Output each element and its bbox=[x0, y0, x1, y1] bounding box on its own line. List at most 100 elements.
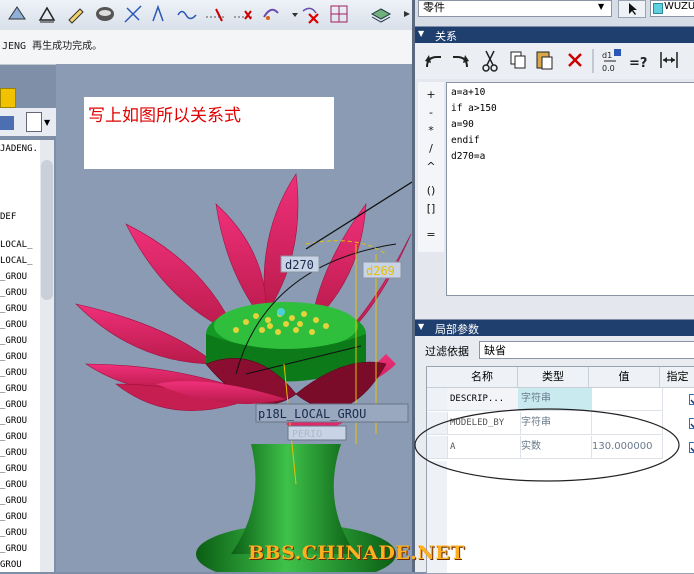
column-header-name[interactable]: 名称 bbox=[447, 367, 518, 388]
params-table: 名称 类型 值 指定 DESCRIP... 字符串 MODELED_BY 字符串… bbox=[414, 366, 694, 574]
tree-item[interactable]: _GROU bbox=[0, 512, 27, 522]
tree-item[interactable]: _GROU bbox=[0, 384, 27, 394]
svg-text:=?: =? bbox=[629, 56, 647, 71]
column-header-type[interactable]: 类型 bbox=[518, 367, 589, 388]
tree-item[interactable]: JADENG. bbox=[0, 144, 38, 154]
chevron-down-icon[interactable]: ▼ bbox=[44, 118, 50, 127]
minus-operator[interactable]: - bbox=[418, 106, 444, 119]
undo-icon[interactable] bbox=[425, 55, 441, 68]
message-text: JENG 再生成功完成。 bbox=[2, 41, 103, 52]
analysis-icon[interactable] bbox=[260, 3, 282, 25]
model-name: WUZU bbox=[664, 1, 694, 12]
tree-item[interactable]: _GROU bbox=[0, 272, 27, 282]
relations-title: 关系 bbox=[435, 30, 457, 43]
relation-line: a=a+10 bbox=[451, 87, 486, 98]
collapse-icon[interactable]: ▼ bbox=[418, 322, 424, 331]
equals-operator[interactable]: = bbox=[418, 228, 444, 241]
relation-line: endif bbox=[451, 135, 480, 146]
copy-icon[interactable] bbox=[510, 51, 526, 69]
evaluate-icon[interactable]: d10.0 bbox=[602, 49, 621, 73]
datum-point-icon[interactable] bbox=[204, 3, 226, 25]
curve-icon[interactable] bbox=[150, 3, 172, 25]
part-type-value: 零件 bbox=[423, 1, 445, 14]
tree-item[interactable]: _GROU bbox=[0, 288, 27, 298]
dimension-d270[interactable]: d270 bbox=[285, 258, 314, 272]
local-params-title: 局部参数 bbox=[435, 323, 479, 336]
cursor-icon bbox=[629, 3, 637, 15]
column-header-designate[interactable]: 指定 bbox=[660, 367, 694, 388]
plus-operator[interactable]: + bbox=[418, 88, 444, 101]
tree-item[interactable]: _GROU bbox=[0, 496, 27, 506]
paste-icon[interactable] bbox=[536, 51, 553, 70]
tree-item[interactable]: LOCAL_ bbox=[0, 240, 33, 250]
tree-item[interactable]: _GROU bbox=[0, 448, 27, 458]
cut-icon[interactable] bbox=[482, 50, 498, 72]
tree-item[interactable]: GROU bbox=[0, 560, 22, 570]
redo-icon[interactable] bbox=[453, 55, 469, 68]
tree-toolbar: ▼ bbox=[0, 108, 58, 136]
model-name-box[interactable]: WUZU bbox=[650, 0, 694, 17]
tree-item[interactable]: _GROU bbox=[0, 544, 27, 554]
relation-line: d270=a bbox=[451, 151, 486, 162]
dimension-d269[interactable]: d269 bbox=[366, 264, 395, 278]
divide-operator[interactable]: / bbox=[418, 142, 444, 155]
more-icon[interactable] bbox=[398, 3, 412, 25]
sketch-icon[interactable] bbox=[66, 3, 88, 25]
chevron-down-icon[interactable]: ▼ bbox=[598, 2, 604, 11]
column-header-value[interactable]: 值 bbox=[589, 367, 660, 388]
coordinate-icon[interactable] bbox=[232, 3, 254, 25]
tree-item[interactable]: _GROU bbox=[0, 336, 27, 346]
plane-icon[interactable] bbox=[6, 3, 28, 25]
collapse-icon[interactable]: ▼ bbox=[418, 29, 424, 38]
list-icon[interactable] bbox=[26, 112, 42, 132]
delete-curve-icon[interactable] bbox=[300, 3, 322, 25]
tree-item[interactable]: _GROU bbox=[0, 464, 27, 474]
wave-icon[interactable] bbox=[176, 3, 198, 25]
relations-editor[interactable]: a=a+10 if a>150 a=90 endif d270=a bbox=[446, 82, 694, 296]
part-type-select[interactable]: 零件 bbox=[418, 0, 612, 17]
tree-item[interactable]: _GROU bbox=[0, 400, 27, 410]
tree-item[interactable]: _GROU bbox=[0, 480, 27, 490]
tree-item[interactable]: _GROU bbox=[0, 432, 27, 442]
sort-icon[interactable] bbox=[660, 52, 678, 68]
number-label: PERIO bbox=[292, 429, 322, 440]
power-operator[interactable]: ^ bbox=[418, 160, 444, 173]
axis-icon[interactable] bbox=[122, 3, 144, 25]
tree-item[interactable]: _GROU bbox=[0, 304, 27, 314]
svg-text:d1: d1 bbox=[602, 51, 612, 60]
parentheses-operator[interactable]: () bbox=[418, 184, 444, 197]
shade-icon[interactable] bbox=[94, 3, 116, 25]
delete-icon[interactable] bbox=[568, 53, 582, 67]
relation-line: a=90 bbox=[451, 119, 474, 130]
model-tree: JADENG. DEF LOCAL_ LOCAL_ _GROU _GROU _GROU _GR… bbox=[0, 140, 41, 572]
operator-column: + - * / ^ () [] = bbox=[418, 82, 444, 252]
designate-checkbox[interactable] bbox=[689, 394, 694, 405]
tree-item[interactable]: _GROU bbox=[0, 352, 27, 362]
annotation-text: 写上如图所以关系式 bbox=[88, 106, 241, 126]
filter-label: 过滤依据 bbox=[425, 345, 469, 358]
tree-item[interactable]: _GROU bbox=[0, 320, 27, 330]
tree-item[interactable]: DEF bbox=[0, 212, 16, 222]
filter-select[interactable]: 缺省 bbox=[479, 341, 694, 359]
folder-tab-icon[interactable] bbox=[0, 88, 16, 108]
select-cursor-button[interactable] bbox=[618, 0, 646, 18]
highlight-ellipse bbox=[414, 408, 680, 482]
tree-item[interactable]: _GROU bbox=[0, 416, 27, 426]
tree-item[interactable]: LOCAL_ bbox=[0, 256, 33, 266]
relations-header[interactable]: ▼ 关系 bbox=[415, 27, 694, 43]
grid-icon[interactable] bbox=[328, 3, 350, 25]
datum-icon[interactable] bbox=[36, 3, 58, 25]
tree-item[interactable]: _GROU bbox=[0, 528, 27, 538]
tree-item[interactable]: _GROU bbox=[0, 368, 27, 378]
tree-icon[interactable] bbox=[0, 116, 14, 130]
group-label[interactable]: p18L_LOCAL_GROU bbox=[258, 407, 366, 421]
tree-scrollbar-thumb[interactable] bbox=[41, 160, 53, 300]
layers-icon[interactable] bbox=[370, 3, 392, 25]
brackets-operator[interactable]: [] bbox=[418, 202, 444, 215]
chevron-down-icon[interactable] bbox=[284, 3, 298, 25]
relation-line: if a>150 bbox=[451, 103, 497, 114]
local-params-header[interactable]: ▼ 局部参数 bbox=[415, 320, 694, 336]
verify-icon[interactable]: =? bbox=[629, 56, 647, 71]
watermark: BBS.CHINADE.NET bbox=[248, 542, 465, 564]
multiply-operator[interactable]: * bbox=[418, 124, 444, 137]
